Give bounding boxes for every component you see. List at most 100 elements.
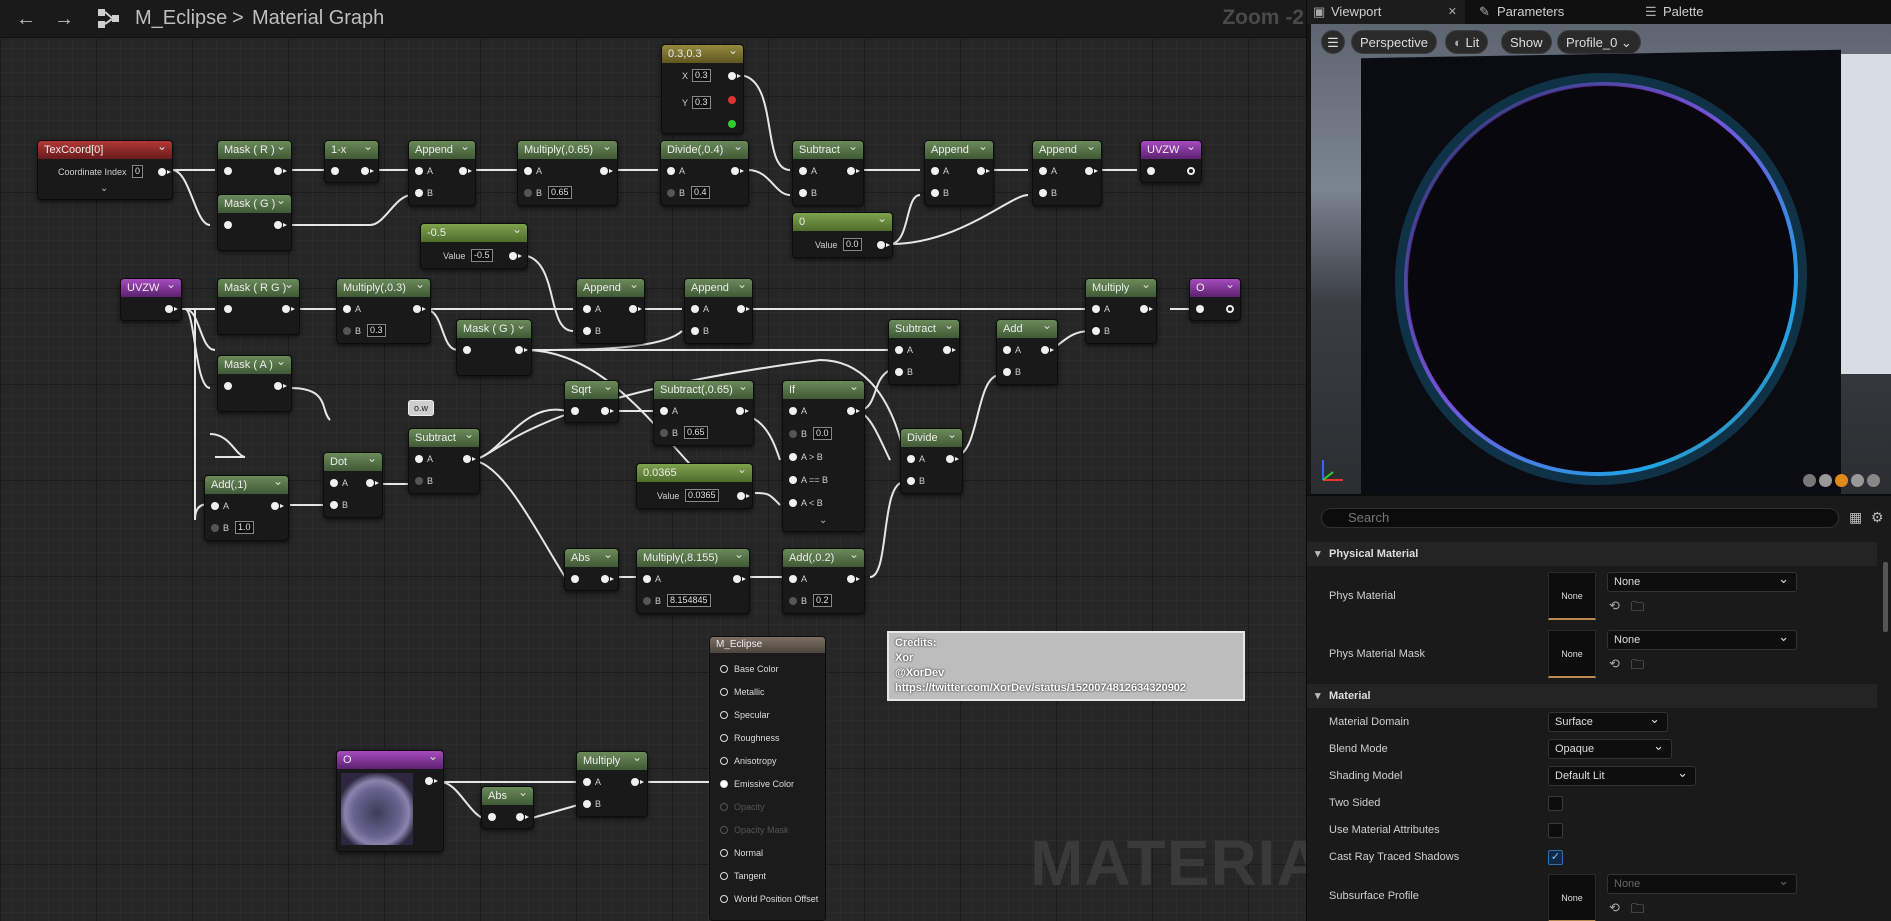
subtract-node[interactable]: Subtract A B — [888, 319, 960, 385]
output-pin[interactable] — [509, 252, 522, 260]
browse-icon[interactable]: ⟲ — [1609, 656, 1620, 672]
input-pin[interactable] — [895, 368, 903, 376]
result-pin-tangent[interactable]: Tangent — [720, 871, 766, 881]
perspective-button[interactable]: Perspective — [1351, 30, 1437, 54]
browse-icon[interactable]: ⟲ — [1609, 598, 1620, 614]
input-pin[interactable] — [643, 575, 651, 583]
result-pin-metallic[interactable]: Metallic — [720, 687, 765, 697]
input-pin[interactable] — [343, 305, 351, 313]
input-pin[interactable] — [415, 167, 423, 175]
expand-icon[interactable]: ⌄ — [100, 183, 108, 194]
b-value[interactable]: 0.65 — [548, 186, 572, 199]
input-pin[interactable] — [789, 597, 797, 605]
output-pin[interactable] — [361, 167, 374, 175]
append-node[interactable]: Append A B — [1032, 140, 1102, 206]
input-pin[interactable] — [1147, 167, 1155, 175]
input-pin[interactable] — [1003, 368, 1011, 376]
credits-comment[interactable]: Credits: Xor @XorDev https://twitter.com… — [887, 631, 1245, 701]
output-pin[interactable] — [1041, 346, 1054, 354]
input-pin[interactable] — [691, 327, 699, 335]
input-pin[interactable] — [789, 499, 797, 507]
subtract-node[interactable]: Subtract A B — [408, 428, 480, 494]
input-pin[interactable] — [330, 479, 338, 487]
input-pin[interactable] — [488, 813, 496, 821]
output-pin[interactable] — [943, 346, 956, 354]
input-pin[interactable] — [330, 501, 338, 509]
o-preview-node[interactable]: O — [336, 750, 444, 852]
b-value[interactable]: 8.154845 — [667, 594, 711, 607]
mask-g-node[interactable]: Mask ( G ) — [217, 194, 292, 251]
output-pin[interactable] — [425, 777, 438, 785]
divide-04-node[interactable]: Divide(,0.4) A B 0.4 — [660, 140, 749, 206]
input-pin[interactable] — [463, 346, 471, 354]
input-pin[interactable] — [583, 778, 591, 786]
output-pin[interactable] — [516, 813, 529, 821]
constant-0-node[interactable]: 0 Value 0.0 — [792, 212, 893, 258]
input-pin[interactable] — [211, 502, 219, 510]
input-pin[interactable] — [224, 382, 232, 390]
input-pin[interactable] — [1039, 167, 1047, 175]
details-search-input[interactable]: Search — [1321, 508, 1839, 528]
expand-icon[interactable]: ⌄ — [819, 515, 827, 526]
output-pin[interactable] — [731, 167, 744, 175]
input-pin[interactable] — [343, 327, 351, 335]
input-pin[interactable] — [1039, 189, 1047, 197]
append-node[interactable]: Append A B — [924, 140, 994, 206]
output-pin[interactable] — [515, 346, 528, 354]
input-pin[interactable] — [331, 167, 339, 175]
sqrt-node[interactable]: Sqrt — [564, 380, 619, 423]
input-pin[interactable] — [667, 167, 675, 175]
back-button[interactable]: ← — [12, 6, 40, 32]
subtract-node[interactable]: Subtract A B — [792, 140, 864, 206]
folder-icon[interactable]: 🗀 — [1631, 656, 1644, 678]
input-pin[interactable] — [1196, 305, 1204, 313]
output-pin[interactable] — [847, 167, 860, 175]
output-pin[interactable] — [366, 479, 379, 487]
preview-mesh-icon[interactable] — [1867, 474, 1880, 487]
section-material[interactable]: Material — [1307, 684, 1877, 708]
add-02-node[interactable]: Add(,0.2) A B 0.2 — [782, 548, 865, 614]
output-pin[interactable] — [1140, 305, 1153, 313]
output-pin[interactable] — [736, 407, 749, 415]
phys-material-mask-dropdown[interactable]: None — [1607, 628, 1797, 650]
input-pin[interactable] — [660, 429, 668, 437]
output-pin[interactable] — [459, 167, 472, 175]
preview-plane-icon[interactable] — [1835, 474, 1848, 487]
constant-minus-05-node[interactable]: -0.5 Value -0.5 — [420, 223, 528, 269]
coordinate-index-value[interactable]: 0 — [132, 165, 144, 178]
output-pin-green[interactable] — [728, 120, 736, 128]
input-pin[interactable] — [667, 189, 675, 197]
b-value[interactable]: 0.0 — [813, 427, 832, 440]
preview-cylinder-icon[interactable] — [1803, 474, 1816, 487]
abs-node[interactable]: Abs — [481, 786, 534, 829]
uvzw-output-node[interactable]: UVZW — [1140, 140, 1202, 183]
table-view-icon[interactable]: ▦ — [1849, 509, 1862, 526]
tab-palette[interactable]: ☰ Palette — [1639, 0, 1703, 24]
output-pin[interactable] — [274, 221, 287, 229]
input-pin[interactable] — [789, 407, 797, 415]
folder-icon[interactable]: 🗀 — [1631, 900, 1644, 921]
preview-sphere-icon[interactable] — [1819, 474, 1832, 487]
input-pin[interactable] — [583, 305, 591, 313]
two-sided-checkbox[interactable] — [1548, 796, 1563, 811]
output-pin[interactable] — [165, 305, 178, 313]
add-node[interactable]: Add A B — [996, 319, 1058, 385]
b-value[interactable]: 1.0 — [235, 521, 254, 534]
preview-cube-icon[interactable] — [1851, 474, 1864, 487]
breadcrumb-asset[interactable]: M_Eclipse — [135, 7, 227, 30]
browse-icon[interactable]: ⟲ — [1609, 900, 1620, 916]
result-pin-world-position-offset[interactable]: World Position Offset — [720, 894, 818, 904]
reroute-comment-bubble[interactable]: o.w — [408, 400, 435, 416]
output-pin[interactable] — [946, 455, 959, 463]
input-pin[interactable] — [789, 476, 797, 484]
mask-rg-node[interactable]: Mask ( R G ) — [217, 278, 300, 335]
subsurface-profile-thumbnail[interactable]: None — [1548, 874, 1596, 921]
input-pin[interactable] — [211, 524, 219, 532]
input-pin[interactable] — [1092, 305, 1100, 313]
tab-viewport[interactable]: ▣ Viewport ✕ — [1307, 0, 1465, 24]
breadcrumb-graph[interactable]: Material Graph — [252, 7, 384, 30]
result-pin-emissive-color[interactable]: Emissive Color — [720, 779, 794, 789]
x-value[interactable]: 0.3 — [692, 69, 711, 82]
section-physical-material[interactable]: Physical Material — [1307, 542, 1877, 566]
input-pin[interactable] — [799, 189, 807, 197]
